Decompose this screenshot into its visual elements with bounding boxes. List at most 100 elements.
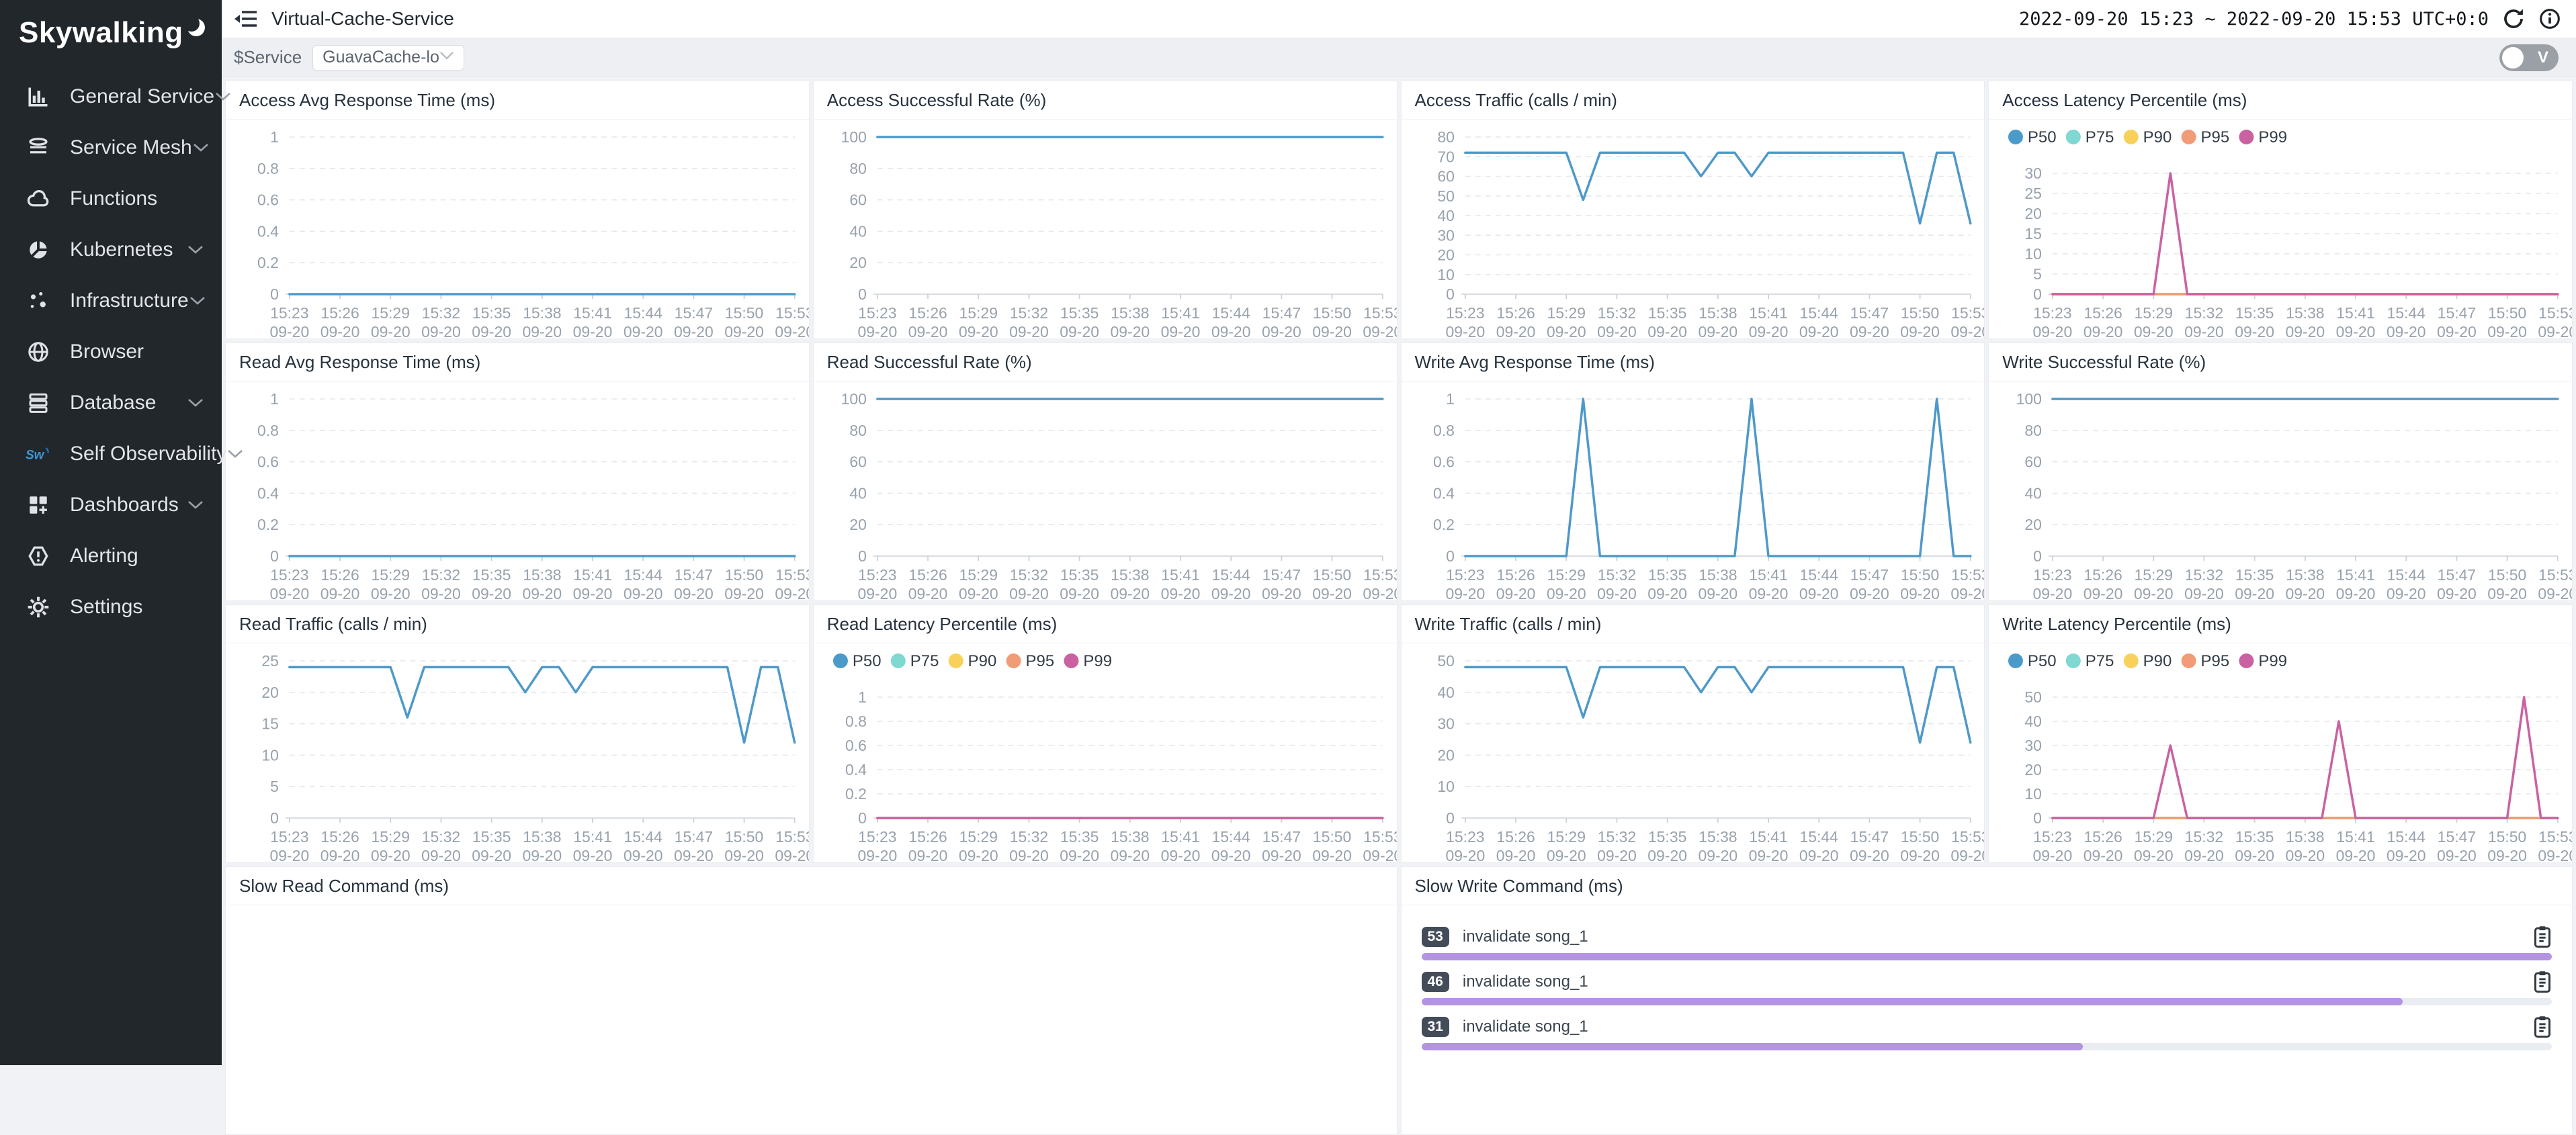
svg-text:09-20: 09-20 xyxy=(1850,847,1889,862)
svg-text:09-20: 09-20 xyxy=(2387,847,2426,862)
svg-text:09-20: 09-20 xyxy=(1160,847,1200,862)
info-icon[interactable] xyxy=(2538,7,2561,30)
svg-text:15:26: 15:26 xyxy=(2084,304,2122,322)
refresh-icon[interactable] xyxy=(2502,7,2525,30)
sidebar-item-label: General Service xyxy=(70,85,214,108)
panel-access-traffic: Access Traffic (calls / min)010203040506… xyxy=(1401,81,1985,339)
latency-bar-track xyxy=(1422,998,2552,1005)
collapse-sidebar-icon[interactable] xyxy=(234,8,259,30)
svg-text:09-20: 09-20 xyxy=(1363,585,1396,600)
toggle-label: V xyxy=(2538,48,2548,67)
svg-text:09-20: 09-20 xyxy=(1312,585,1352,600)
line-chart: 0102030405060708015:2309-2015:2609-2015:… xyxy=(1402,120,1985,338)
svg-text:09-20: 09-20 xyxy=(959,323,998,338)
chart-title: Slow Read Command (ms) xyxy=(226,867,1397,905)
svg-text:60: 60 xyxy=(1437,167,1455,185)
svg-text:09-20: 09-20 xyxy=(2437,323,2477,338)
clipboard-icon[interactable] xyxy=(2533,970,2552,993)
skywalking-dashboard: { "sidebar": { "logo_text": "Skywalking"… xyxy=(0,0,2576,1065)
sidebar-item-self-observability[interactable]: SwSelf Observability xyxy=(0,428,222,480)
sidebar-item-functions[interactable]: Functions xyxy=(0,173,222,224)
svg-text:09-20: 09-20 xyxy=(1748,847,1788,862)
svg-text:15:47: 15:47 xyxy=(2438,828,2476,846)
svg-text:09-20: 09-20 xyxy=(2235,585,2275,600)
svg-text:09-20: 09-20 xyxy=(1110,847,1150,862)
svg-text:09-20: 09-20 xyxy=(1211,323,1251,338)
skywalking-logo: Skywalking xyxy=(0,0,222,64)
svg-text:09-20: 09-20 xyxy=(270,847,310,862)
sidebar-item-dashboards[interactable]: Dashboards xyxy=(0,480,222,531)
svg-text:0.2: 0.2 xyxy=(1432,516,1454,533)
variables-bar: $Service GuavaCache-local V xyxy=(222,38,2576,77)
logo-text: Skywalking xyxy=(19,16,183,50)
chart-body: 0102030405015:2309-2015:2609-2015:2909-2… xyxy=(1989,643,2572,862)
svg-text:15:41: 15:41 xyxy=(1161,828,1199,846)
svg-text:0.4: 0.4 xyxy=(257,222,279,240)
svg-text:0: 0 xyxy=(1446,285,1455,303)
panel-slow-write-command: Slow Write Command (ms) 53invalidate son… xyxy=(1401,866,2573,1135)
svg-text:09-20: 09-20 xyxy=(2084,847,2123,862)
chart-body: 02040608010015:2309-2015:2609-2015:2909-… xyxy=(1989,381,2572,600)
svg-text:09-20: 09-20 xyxy=(2033,847,2073,862)
svg-text:15:47: 15:47 xyxy=(675,828,713,846)
svg-text:15:23: 15:23 xyxy=(1446,566,1484,584)
slow-command-label: invalidate song_1 xyxy=(1463,972,1588,991)
slow-command-label: invalidate song_1 xyxy=(1463,927,1588,946)
service-variable-label: $Service xyxy=(234,47,302,68)
sidebar-item-database[interactable]: Database xyxy=(0,377,222,428)
svg-text:09-20: 09-20 xyxy=(522,585,562,600)
svg-text:09-20: 09-20 xyxy=(2538,847,2572,862)
sidebar-item-general-service[interactable]: General Service xyxy=(0,71,222,122)
slow-command-label: invalidate song_1 xyxy=(1463,1017,1588,1036)
svg-text:09-20: 09-20 xyxy=(1698,585,1737,600)
chart-title: Access Successful Rate (%) xyxy=(814,81,1397,120)
svg-text:09-20: 09-20 xyxy=(2286,323,2325,338)
panel-slow-read-command: Slow Read Command (ms) xyxy=(225,866,1398,1135)
svg-text:Sw: Sw xyxy=(26,449,45,463)
svg-text:09-20: 09-20 xyxy=(2033,585,2073,600)
svg-text:15:53: 15:53 xyxy=(1951,828,1985,846)
infrastructure-icon xyxy=(26,288,51,314)
svg-text:80: 80 xyxy=(849,160,867,177)
svg-text:09-20: 09-20 xyxy=(1698,323,1737,338)
svg-text:09-20: 09-20 xyxy=(2538,323,2572,338)
sidebar-item-settings[interactable]: Settings xyxy=(0,582,222,633)
svg-text:09-20: 09-20 xyxy=(2336,323,2376,338)
service-select[interactable]: GuavaCache-local xyxy=(312,45,464,71)
svg-text:15:41: 15:41 xyxy=(2337,304,2375,322)
sidebar-item-kubernetes[interactable]: Kubernetes xyxy=(0,224,222,275)
variables-toggle[interactable]: V xyxy=(2499,44,2559,71)
clipboard-icon[interactable] xyxy=(2533,925,2552,948)
svg-text:09-20: 09-20 xyxy=(573,585,613,600)
clipboard-icon[interactable] xyxy=(2533,1015,2552,1038)
svg-text:15:44: 15:44 xyxy=(1799,828,1838,846)
sidebar-item-infrastructure[interactable]: Infrastructure xyxy=(0,275,222,326)
svg-text:09-20: 09-20 xyxy=(2286,585,2325,600)
page-title: Virtual-Cache-Service xyxy=(271,8,454,30)
sidebar-item-label: Database xyxy=(70,392,156,414)
svg-text:15:32: 15:32 xyxy=(1597,304,1635,322)
svg-text:09-20: 09-20 xyxy=(1799,323,1838,338)
sidebar-item-alerting[interactable]: Alerting xyxy=(0,531,222,582)
slow-command-row-head: 46invalidate song_1 xyxy=(1422,970,2552,993)
sidebar-item-service-mesh[interactable]: Service Mesh xyxy=(0,122,222,173)
sidebar-item-browser[interactable]: Browser xyxy=(0,326,222,377)
svg-text:0.8: 0.8 xyxy=(1432,422,1454,439)
svg-text:09-20: 09-20 xyxy=(1262,323,1301,338)
svg-text:15:53: 15:53 xyxy=(1951,304,1985,322)
svg-text:15:26: 15:26 xyxy=(1496,828,1535,846)
svg-text:15:29: 15:29 xyxy=(372,828,410,846)
svg-text:P50: P50 xyxy=(853,652,882,670)
svg-text:09-20: 09-20 xyxy=(270,323,310,338)
svg-text:09-20: 09-20 xyxy=(857,585,897,600)
svg-text:15:32: 15:32 xyxy=(422,304,460,322)
svg-text:09-20: 09-20 xyxy=(775,847,808,862)
panel-access-latency-percentile: Access Latency Percentile (ms)0510152025… xyxy=(1988,81,2573,339)
svg-text:0: 0 xyxy=(1446,547,1455,565)
svg-text:15:38: 15:38 xyxy=(2286,828,2324,846)
latency-bar-track xyxy=(1422,953,2552,960)
time-range-picker[interactable]: 2022-09-20 15:23 ~ 2022-09-20 15:53 UTC+… xyxy=(2019,9,2489,30)
sidebar-menu: General Service Service MeshFunctionsKube… xyxy=(0,71,222,633)
svg-text:15:47: 15:47 xyxy=(2438,304,2476,322)
svg-text:09-20: 09-20 xyxy=(1799,585,1838,600)
